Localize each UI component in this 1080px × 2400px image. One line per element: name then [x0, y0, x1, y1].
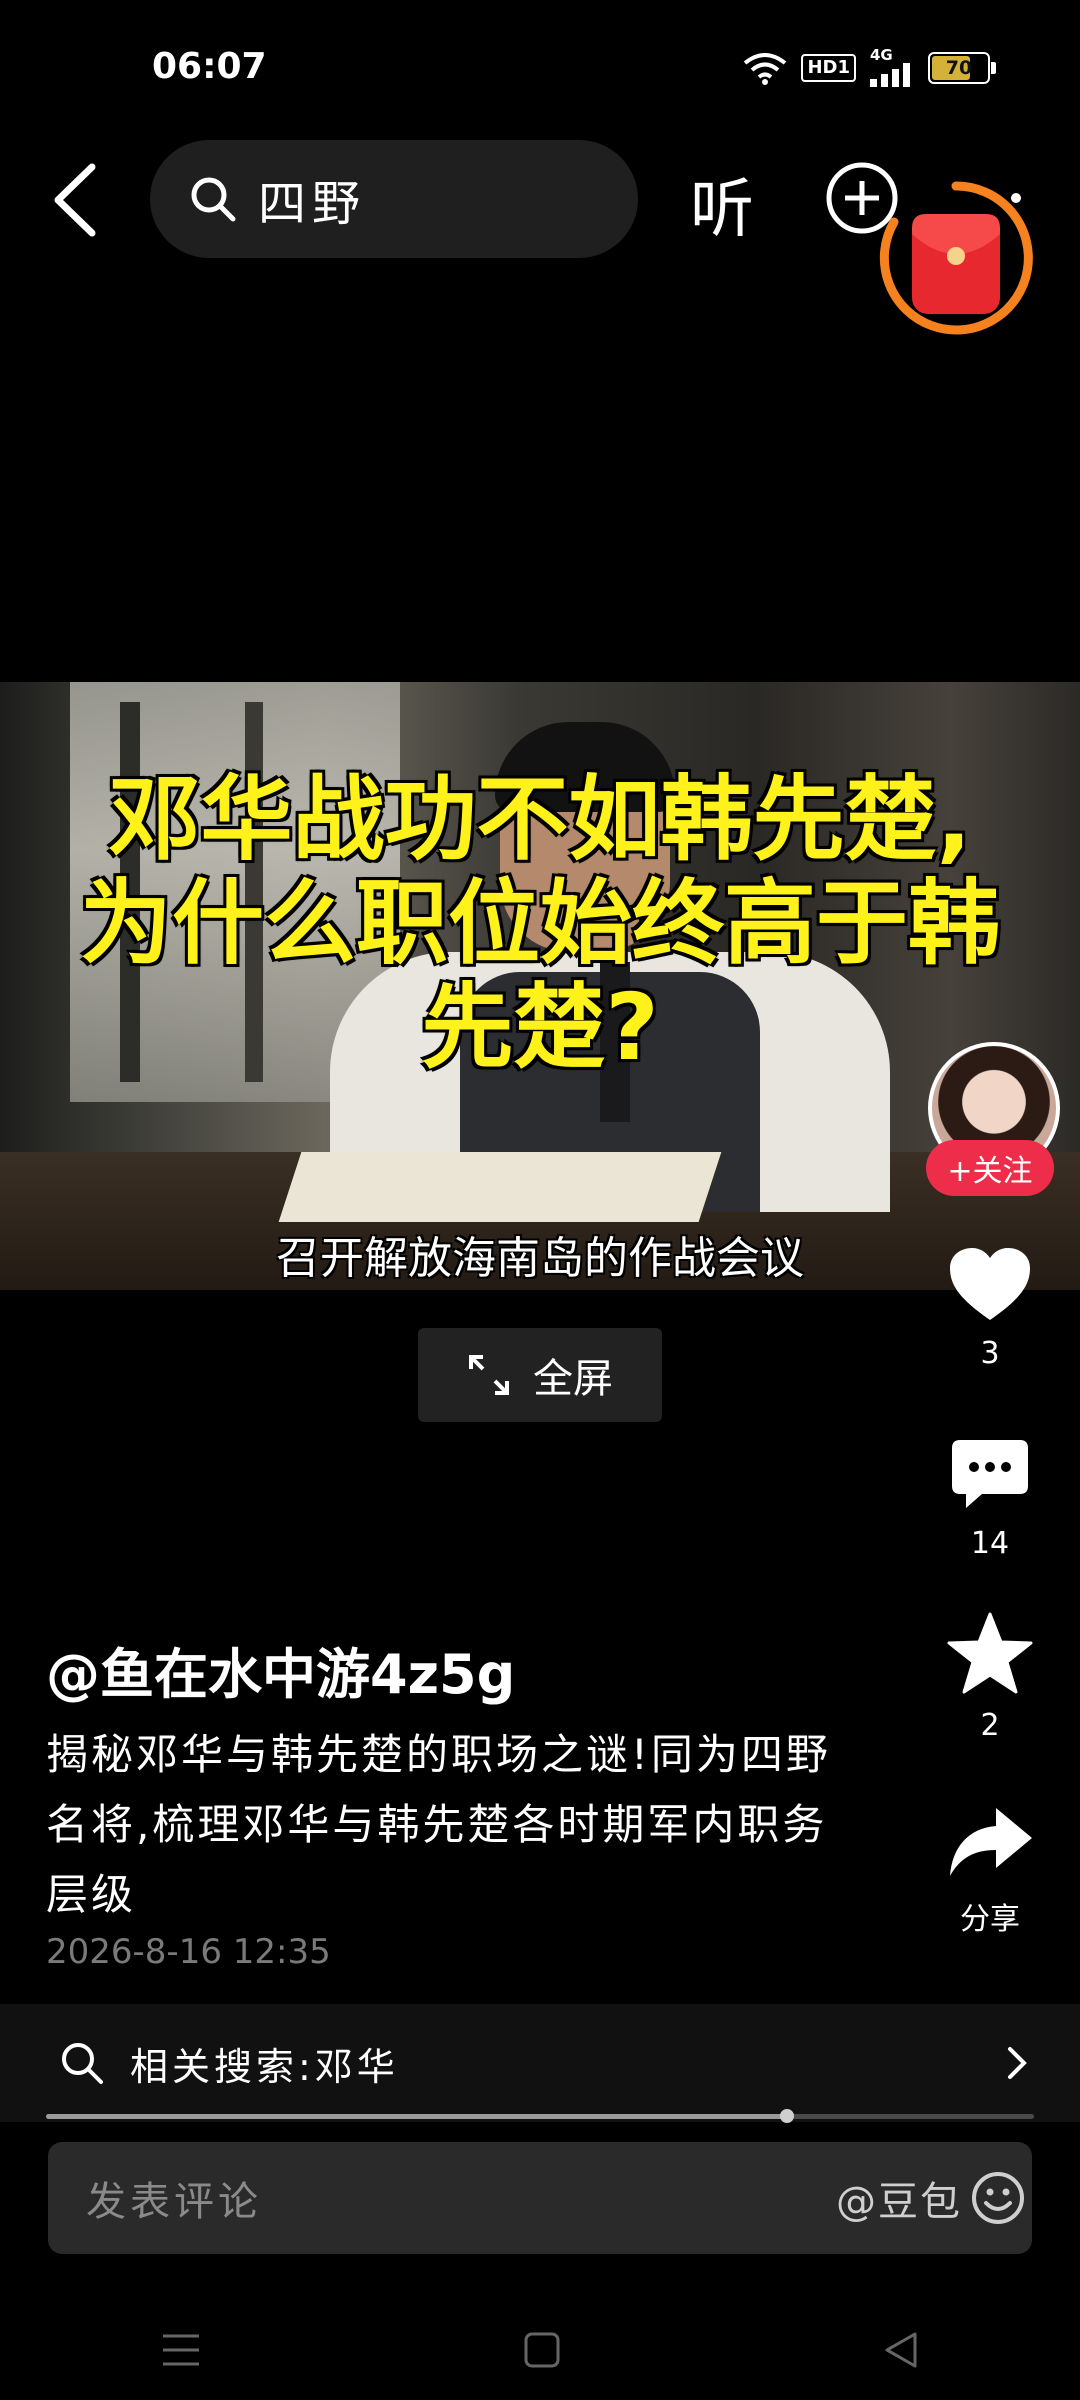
share-label: 分享 [960, 1902, 1020, 1937]
like-button[interactable]: 3 [940, 1246, 1040, 1371]
fullscreen-label: 全屏 [533, 1356, 613, 1402]
comment-placeholder: 发表评论 [86, 2179, 262, 2225]
video-notebook [278, 1152, 722, 1222]
wifi-icon [744, 52, 787, 85]
fullscreen-button[interactable]: 全屏 [418, 1328, 662, 1422]
expand-icon [469, 1355, 509, 1395]
battery-icon: 70 [928, 51, 996, 84]
author-name[interactable]: @鱼在水中游4z5g [46, 1630, 515, 1709]
comment-icon [952, 1440, 1028, 1508]
like-count: 3 [980, 1336, 1000, 1371]
favorite-button[interactable]: 2 [940, 1612, 1040, 1743]
battery-level: 70 [945, 56, 973, 79]
home-icon[interactable] [523, 2331, 561, 2369]
star-icon [947, 1612, 1033, 1694]
share-button[interactable]: 分享 [940, 1804, 1040, 1938]
system-nav-bar [0, 2300, 1080, 2400]
mention-button[interactable]: @豆包 [836, 2169, 962, 2227]
chevron-right-icon [1008, 2047, 1027, 2079]
related-search-label: 相关搜索:邓华 [130, 2044, 399, 2089]
video-player[interactable]: 邓华战功不如韩先楚, 为什么职位始终高于韩 先楚? 召开解放海南岛的作战会议 [0, 682, 1080, 1290]
video-overlay-title: 邓华战功不如韩先楚, 为什么职位始终高于韩 先楚? [0, 768, 1080, 1080]
listen-button[interactable]: 听 [690, 158, 754, 250]
follow-button[interactable]: +关注 [926, 1140, 1054, 1196]
nav-back-icon[interactable] [883, 2330, 919, 2370]
progress-fill [46, 2114, 787, 2119]
comment-button[interactable]: 14 [940, 1436, 1040, 1561]
post-date: 2026-8-16 12:35 [46, 1932, 331, 1972]
progress-knob[interactable] [780, 2109, 794, 2123]
status-icons: HD1 4G 70 [743, 48, 996, 87]
menu-icon[interactable] [161, 2332, 201, 2368]
emoji-icon[interactable] [970, 2170, 1026, 2226]
share-icon [950, 1808, 1032, 1876]
hd-badge: HD1 [801, 53, 856, 82]
search-bar[interactable]: 四野 [150, 140, 638, 258]
video-title-line: 邓华战功不如韩先楚, [108, 766, 972, 873]
post-description: 揭秘邓华与韩先楚的职场之谜!同为四野名将,梳理邓华与韩先楚各时期军内职务层级 [46, 1730, 831, 1919]
signal-icon: 4G [870, 48, 914, 87]
search-icon [191, 177, 236, 222]
search-query: 四野 [258, 176, 367, 232]
video-subtitle: 召开解放海南岛的作战会议 [276, 1233, 804, 1284]
related-search-bar[interactable]: 相关搜索:邓华 [0, 2004, 1080, 2122]
heart-icon [950, 1248, 1030, 1320]
search-icon [62, 2043, 103, 2084]
network-type: 4G [870, 46, 893, 64]
comment-input[interactable]: 发表评论 @豆包 [48, 2142, 1032, 2254]
comment-count: 14 [970, 1526, 1010, 1561]
video-title-line: 为什么职位始终高于韩 [79, 870, 1000, 977]
video-title-line: 先楚? [421, 974, 659, 1081]
back-button[interactable] [44, 155, 108, 245]
red-packet-icon[interactable] [876, 178, 1036, 338]
status-time: 06:07 [152, 46, 267, 87]
favorite-count: 2 [980, 1708, 1000, 1743]
